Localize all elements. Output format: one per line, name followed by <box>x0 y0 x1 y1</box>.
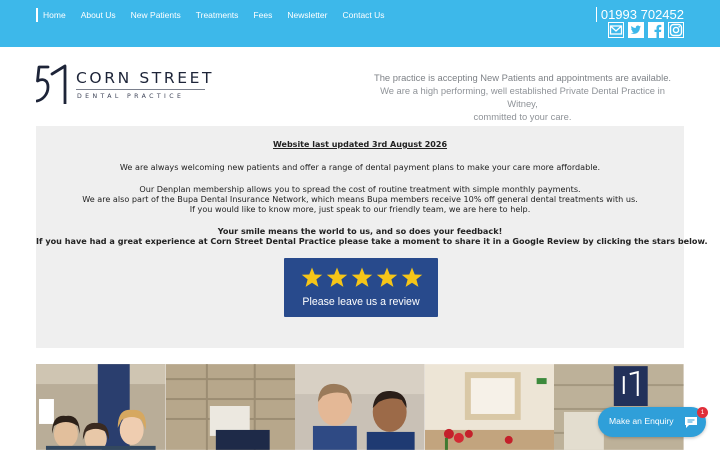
star-icon <box>351 267 373 287</box>
instagram-icon[interactable] <box>668 22 684 38</box>
nav-new-patients[interactable]: New Patients <box>131 10 181 20</box>
logo-divider <box>76 89 205 90</box>
review-request: If you have had a great experience at Co… <box>36 236 708 246</box>
nav-contact-us[interactable]: Contact Us <box>342 10 384 20</box>
nav-fees[interactable]: Fees <box>253 10 272 20</box>
practice-sign-photo <box>165 364 296 450</box>
nav-treatments[interactable]: Treatments <box>196 10 239 20</box>
tagline-description: We are a high performing, well establish… <box>380 85 665 109</box>
tagline-commitment: committed to your care. <box>473 111 572 122</box>
nav-home[interactable]: Home <box>43 10 66 20</box>
logo-name: CORN STREET <box>76 69 215 87</box>
logo-subtitle: DENTAL PRACTICE <box>77 93 185 100</box>
google-review-button[interactable]: Please leave us a review <box>284 258 438 317</box>
welcome-text: We are always welcoming new patients and… <box>119 162 601 172</box>
feedback-heading: Your smile means the world to us, and so… <box>217 226 503 236</box>
top-bar: Home About Us New Patients Treatments Fe… <box>0 0 720 47</box>
social-links <box>608 22 684 38</box>
star-icon <box>326 267 348 287</box>
bupa-text: We are also part of the Bupa Dental Insu… <box>82 194 638 204</box>
practice-logo[interactable]: CORN STREET DENTAL PRACTICE <box>36 64 216 106</box>
practice-tagline: The practice is accepting New Patients a… <box>365 71 680 123</box>
notice-panel: Website last updated 3rd August 2026 We … <box>36 126 708 348</box>
email-icon[interactable] <box>608 22 624 38</box>
star-icon <box>301 267 323 287</box>
nav-about-us[interactable]: About Us <box>81 10 116 20</box>
enquiry-button[interactable]: Make an Enquiry <box>598 407 706 437</box>
logo-mark-icon <box>36 64 67 104</box>
team-photo <box>36 364 166 450</box>
reception-photo <box>424 364 555 450</box>
photo-strip <box>36 364 684 450</box>
more-info-text: If you would like to know more, just spe… <box>189 204 531 214</box>
review-button-label: Please leave us a review <box>302 296 420 308</box>
chat-icon <box>685 417 697 428</box>
enquiry-label: Make an Enquiry <box>609 416 674 426</box>
notification-badge: 1 <box>697 407 708 418</box>
main-nav: Home About Us New Patients Treatments Fe… <box>36 8 400 22</box>
twitter-icon[interactable] <box>628 22 644 38</box>
nav-newsletter[interactable]: Newsletter <box>287 10 327 20</box>
review-stars <box>301 267 423 288</box>
facebook-icon[interactable] <box>648 22 664 38</box>
phone-number[interactable]: 01993 702452 <box>595 7 684 22</box>
star-icon <box>376 267 398 287</box>
tagline-new-patients: The practice is accepting New Patients a… <box>373 72 672 83</box>
denplan-text: Our Denplan membership allows you to spr… <box>139 184 581 194</box>
last-updated: Website last updated 3rd August 2026 <box>272 140 448 149</box>
dentists-photo <box>295 364 425 450</box>
star-icon <box>401 267 423 287</box>
